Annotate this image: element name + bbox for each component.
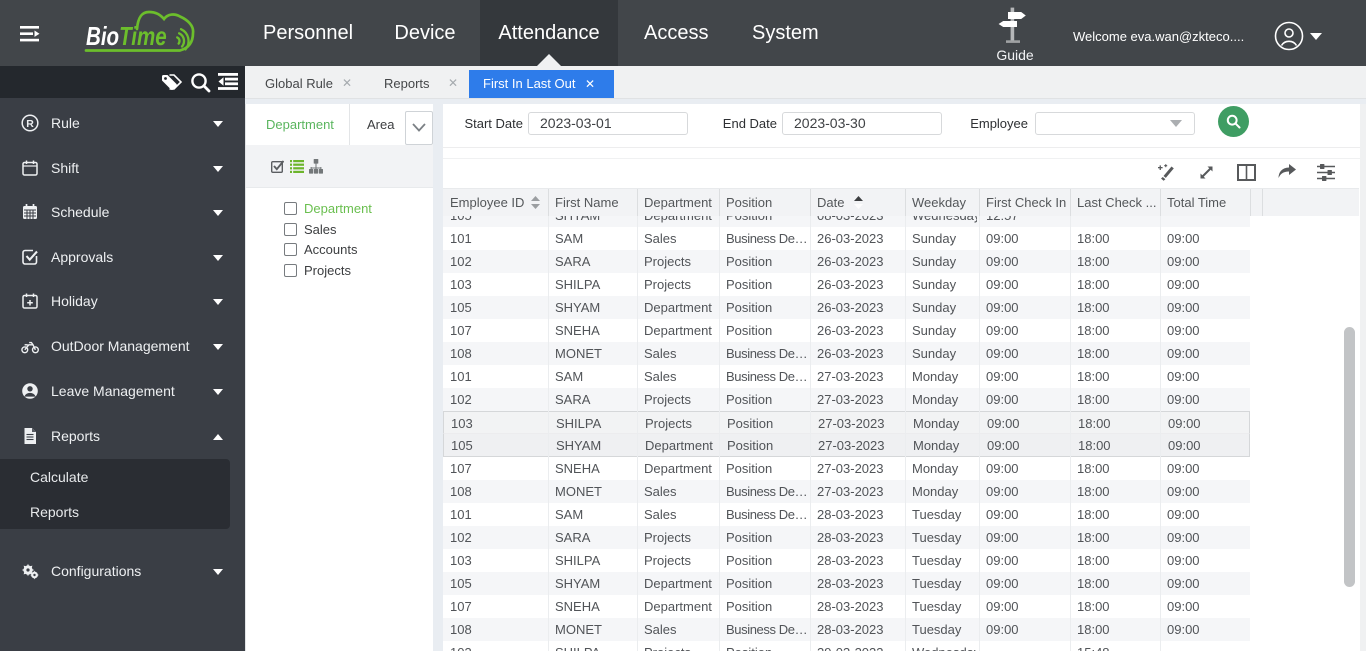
- svg-text:R: R: [26, 118, 34, 130]
